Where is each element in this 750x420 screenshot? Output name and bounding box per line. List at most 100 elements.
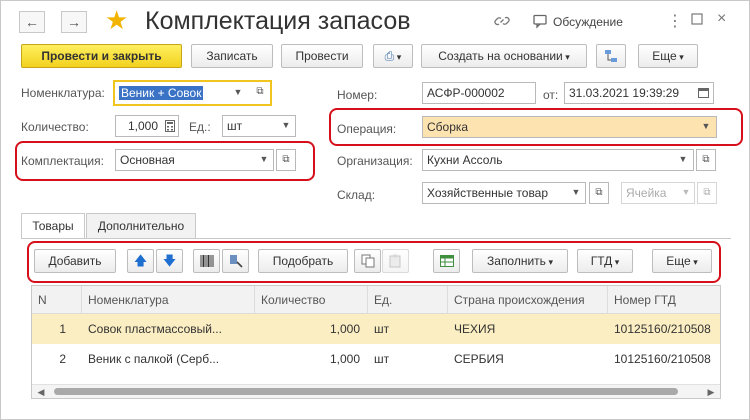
column-header[interactable]: Номенклатура: [82, 286, 255, 314]
horizontal-scrollbar[interactable]: ◀ ▶: [32, 384, 720, 398]
discussion-icon: [531, 13, 549, 31]
copy-button[interactable]: [354, 249, 381, 273]
table-green-icon: [439, 255, 454, 270]
nomenclature-label: Номенклатура:: [21, 86, 105, 100]
more-vert-icon[interactable]: ⋮: [667, 11, 683, 31]
create-based-on-label: Создать на основании: [438, 49, 563, 63]
link-icon[interactable]: [493, 13, 511, 31]
row-number: 1: [59, 322, 66, 336]
column-header[interactable]: N: [32, 286, 82, 314]
nomenclature-value: Веник + Совок: [119, 86, 204, 100]
nomenclature-dropdown-icon[interactable]: ▼: [229, 82, 247, 104]
warehouse-label: Склад:: [337, 188, 376, 202]
table-row[interactable]: 2 Веник с палкой (Серб... 1,000 шт СЕРБИ…: [32, 344, 720, 374]
arrow-down-icon: 🡇: [162, 253, 177, 268]
operation-dropdown-icon[interactable]: ▼: [697, 116, 715, 138]
forward-button[interactable]: →: [61, 11, 87, 33]
nomenclature-open-icon[interactable]: ⧉: [250, 82, 270, 104]
column-header[interactable]: Ед.: [368, 286, 448, 314]
back-button[interactable]: ←: [19, 11, 45, 33]
tab-goods[interactable]: Товары: [21, 213, 85, 239]
post-button[interactable]: Провести: [281, 44, 363, 68]
warehouse-field[interactable]: Хозяйственные товар: [422, 182, 586, 204]
scroll-left-icon[interactable]: ◀: [34, 385, 48, 398]
row-quantity: 1,000: [329, 352, 360, 366]
arrow-left-icon: ←: [25, 14, 39, 30]
barcode-button[interactable]: [193, 249, 220, 273]
date-label: от:: [543, 88, 559, 102]
fill-button[interactable]: Заполнить ▾: [472, 249, 568, 273]
scanner-icon: [229, 255, 243, 271]
paste-icon: [389, 254, 403, 271]
row-nomenclature: Веник с палкой (Серб...: [88, 352, 220, 366]
row-gtd: 10125160/210508: [614, 352, 711, 366]
scroll-right-icon[interactable]: ▶: [704, 385, 718, 398]
arrow-up-icon: 🡅: [133, 253, 148, 268]
maximize-icon[interactable]: [691, 13, 703, 28]
table-more-button[interactable]: Еще ▾: [652, 249, 712, 273]
kit-field[interactable]: Основная: [115, 149, 274, 171]
organization-dropdown-icon[interactable]: ▼: [674, 149, 692, 171]
gtd-button[interactable]: ГТД ▾: [577, 249, 633, 273]
cell-dropdown-icon[interactable]: ▼: [677, 182, 695, 204]
column-header[interactable]: Количество: [255, 286, 368, 314]
fill-table-button[interactable]: [433, 249, 460, 273]
save-button[interactable]: Записать: [191, 44, 273, 68]
scrollbar-thumb[interactable]: [54, 388, 678, 395]
add-button[interactable]: Добавить: [34, 249, 116, 273]
fill-label: Заполнить: [487, 254, 546, 268]
row-nomenclature: Совок пластмассовый...: [88, 322, 222, 336]
goods-table[interactable]: N Номенклатура Количество Ед. Страна про…: [31, 285, 721, 399]
discussion-button[interactable]: Обсуждение: [553, 15, 623, 29]
date-field[interactable]: 31.03.2021 19:39:29: [564, 82, 714, 104]
scanner-button[interactable]: [222, 249, 249, 273]
print-button[interactable]: ⎙ ▾: [373, 44, 413, 68]
number-label: Номер:: [337, 88, 378, 102]
table-row[interactable]: 1 Совок пластмассовый... 1,000 шт ЧЕХИЯ …: [32, 314, 720, 344]
page-title: Комплектация запасов: [145, 7, 411, 35]
unit-dropdown-icon[interactable]: ▼: [277, 115, 295, 137]
row-unit: шт: [374, 352, 390, 366]
more-button[interactable]: Еще ▾: [638, 44, 698, 68]
operation-field[interactable]: Сборка: [422, 116, 717, 138]
column-header[interactable]: Номер ГТД: [608, 286, 720, 314]
arrow-right-icon: →: [67, 14, 81, 30]
move-down-button[interactable]: 🡇: [156, 249, 183, 273]
hierarchy-icon: [604, 50, 618, 66]
structure-button[interactable]: [596, 44, 626, 68]
row-gtd: 10125160/210508: [614, 322, 711, 336]
printer-icon: ⎙: [384, 49, 395, 63]
nomenclature-field[interactable]: Веник + Совок: [113, 80, 272, 106]
more-label: Еще: [652, 49, 677, 63]
quantity-label: Количество:: [21, 120, 89, 134]
post-and-close-button[interactable]: Провести и закрыть: [21, 44, 182, 68]
create-based-on-button[interactable]: Создать на основании ▾: [421, 44, 587, 68]
organization-field[interactable]: Кухни Ассоль: [422, 149, 694, 171]
paste-button[interactable]: [382, 249, 409, 273]
pick-button[interactable]: Подобрать: [258, 249, 348, 273]
copy-icon: [361, 254, 375, 271]
tab-additional[interactable]: Дополнительно: [86, 213, 196, 238]
calculator-icon[interactable]: [161, 115, 179, 137]
kit-dropdown-icon[interactable]: ▼: [255, 149, 273, 171]
row-country: ЧЕХИЯ: [454, 322, 496, 336]
unit-label: Ед.:: [189, 120, 211, 134]
warehouse-open-icon[interactable]: ⧉: [589, 182, 609, 204]
number-field[interactable]: АСФР-000002: [422, 82, 536, 104]
column-header[interactable]: Страна происхождения: [448, 286, 608, 314]
operation-label: Операция:: [337, 122, 397, 136]
warehouse-dropdown-icon[interactable]: ▼: [567, 182, 585, 204]
table-more-label: Еще: [666, 254, 691, 268]
kit-label: Комплектация:: [21, 154, 104, 168]
close-icon[interactable]: ×: [717, 10, 726, 28]
organization-open-icon[interactable]: ⧉: [696, 149, 716, 171]
row-unit: шт: [374, 322, 390, 336]
star-icon[interactable]: ★: [105, 5, 128, 35]
row-country: СЕРБИЯ: [454, 352, 504, 366]
cell-open-icon[interactable]: ⧉: [697, 182, 717, 204]
gtd-label: ГТД: [590, 254, 613, 268]
tab-divider: [21, 238, 731, 239]
kit-open-icon[interactable]: ⧉: [276, 149, 296, 171]
calendar-icon[interactable]: [694, 82, 712, 104]
move-up-button[interactable]: 🡅: [127, 249, 154, 273]
